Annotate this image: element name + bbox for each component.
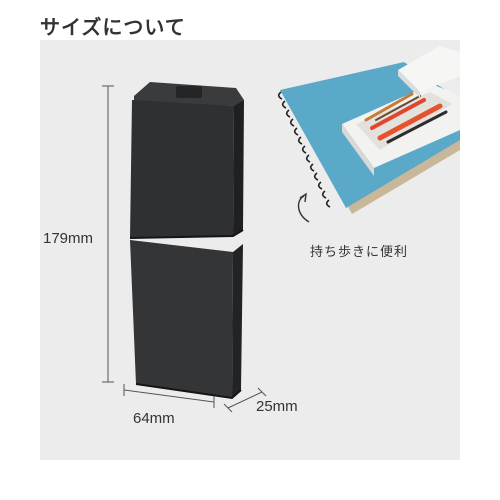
height-dimension-line xyxy=(102,85,114,383)
product-illustration xyxy=(102,46,460,413)
width-label: 64mm xyxy=(133,410,175,427)
height-label: 179mm xyxy=(43,230,94,247)
depth-label: 25mm xyxy=(256,398,298,415)
portability-caption: 持ち歩きに便利 xyxy=(310,245,409,260)
notebook-with-case-photo xyxy=(277,46,460,214)
pen-case xyxy=(129,82,244,400)
curved-arrow-icon xyxy=(297,192,310,223)
